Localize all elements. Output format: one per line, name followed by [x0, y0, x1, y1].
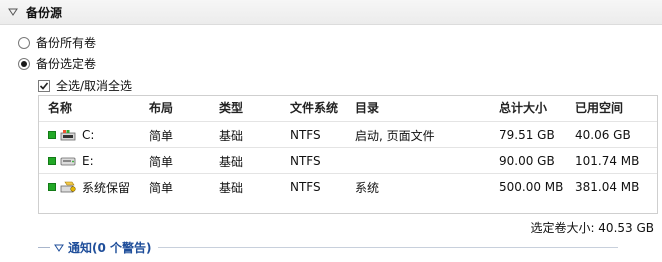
volume-type: 基础 — [219, 154, 244, 169]
col-filesystem[interactable]: 文件系统 — [290, 96, 338, 118]
volume-fs: NTFS — [290, 154, 321, 168]
radio-backup-selected[interactable]: 备份选定卷 — [18, 55, 96, 72]
radio-backup-all[interactable]: 备份所有卷 — [18, 34, 96, 51]
volume-layout: 简单 — [149, 180, 174, 195]
volume-name: E: — [82, 154, 94, 168]
volume-fs: NTFS — [290, 128, 321, 142]
select-all-label: 全选/取消全选 — [56, 79, 133, 93]
section-title: 备份源 — [26, 5, 63, 20]
checkmark-icon — [39, 81, 49, 90]
table-header: 名称 布局 类型 文件系统 目录 总计大小 已用空间 — [39, 96, 657, 118]
volume-type: 基础 — [219, 128, 244, 143]
table-row[interactable]: E: 简单 基础 NTFS 90.00 GB 101.74 MB — [39, 147, 657, 174]
col-name[interactable]: 名称 — [48, 96, 72, 118]
volume-name: 系统保留 — [82, 180, 131, 195]
col-used-space[interactable]: 已用空间 — [575, 96, 623, 118]
col-directory[interactable]: 目录 — [355, 96, 379, 118]
section-header-backup-source[interactable]: 备份源 — [0, 0, 662, 25]
selected-volume-size: 选定卷大小: 40.53 GB — [530, 221, 654, 235]
status-green-icon — [48, 157, 56, 165]
radio-label-all: 备份所有卷 — [36, 36, 97, 50]
drive-icon — [60, 157, 76, 166]
volume-dir: 启动, 页面文件 — [355, 128, 435, 143]
volume-total: 79.51 GB — [499, 128, 555, 142]
volume-used: 40.06 GB — [575, 128, 631, 142]
chevron-down-icon[interactable] — [54, 244, 64, 252]
volume-total: 500.00 MB — [499, 180, 564, 194]
radio-button[interactable] — [18, 36, 30, 49]
windows-drive-icon — [60, 130, 76, 141]
divider — [157, 247, 618, 248]
volume-table: 名称 布局 类型 文件系统 目录 总计大小 已用空间 C: 简单 基础 NTFS… — [38, 95, 658, 214]
volume-used: 101.74 MB — [575, 154, 640, 168]
radio-label-selected: 备份选定卷 — [36, 57, 97, 71]
volume-type: 基础 — [219, 180, 244, 195]
select-all-checkbox-row[interactable]: 全选/取消全选 — [38, 77, 132, 94]
notifications-toggle[interactable]: 通知(0 个警告) — [38, 239, 618, 256]
volume-name: C: — [82, 128, 95, 142]
volume-used: 381.04 MB — [575, 180, 640, 194]
col-layout[interactable]: 布局 — [149, 96, 173, 118]
volume-layout: 简单 — [149, 154, 174, 169]
volume-total: 90.00 GB — [499, 154, 555, 168]
col-type[interactable]: 类型 — [219, 96, 243, 118]
col-total-size[interactable]: 总计大小 — [499, 96, 547, 118]
table-row[interactable]: 系统保留 简单 基础 NTFS 系统 500.00 MB 381.04 MB — [39, 173, 657, 200]
system-reserved-icon — [60, 181, 76, 193]
notifications-label[interactable]: 通知(0 个警告) — [68, 239, 152, 256]
volume-fs: NTFS — [290, 180, 321, 194]
status-green-icon — [48, 183, 56, 191]
radio-button-selected[interactable] — [18, 57, 30, 70]
table-row[interactable]: C: 简单 基础 NTFS 启动, 页面文件 79.51 GB 40.06 GB — [39, 121, 657, 148]
volume-dir: 系统 — [355, 180, 380, 195]
status-green-icon — [48, 131, 56, 139]
chevron-down-icon[interactable] — [8, 7, 18, 17]
volume-layout: 简单 — [149, 128, 174, 143]
divider — [38, 247, 50, 248]
select-all-checkbox[interactable] — [38, 79, 50, 92]
